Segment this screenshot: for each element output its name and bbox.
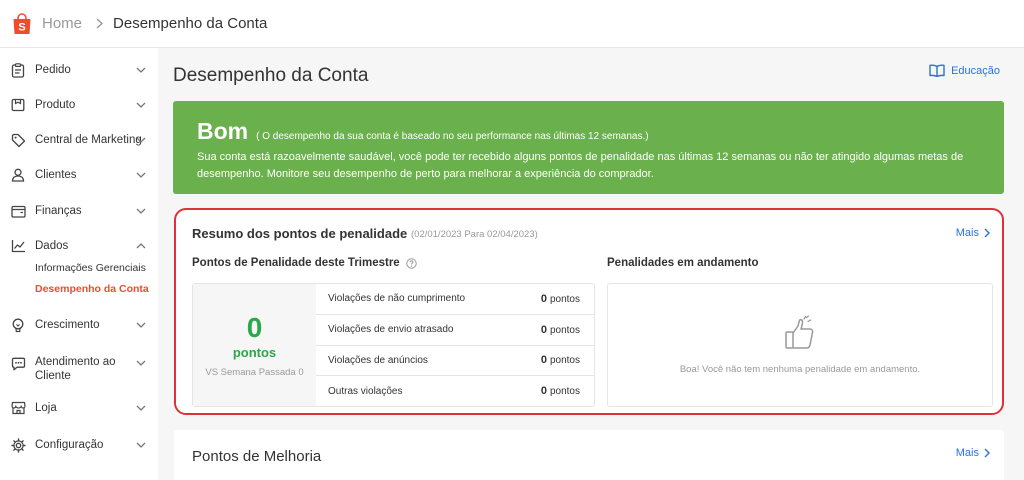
store-icon [10, 400, 26, 416]
sidebar-item-configuracao[interactable]: Configuração [0, 431, 158, 459]
education-link[interactable]: Educação [929, 64, 1000, 77]
sidebar-item-crescimento[interactable]: Crescimento [0, 311, 158, 339]
tag-icon [10, 132, 26, 148]
chevron-down-icon [136, 65, 146, 75]
sidebar-item-pedido[interactable]: Pedido [0, 56, 158, 84]
more-label: Mais [955, 447, 979, 459]
no-pending-penalties-message: Boa! Você não tem nenhuma penalidade em … [679, 364, 921, 375]
improvement-more-link[interactable]: Mais [956, 447, 990, 459]
violations-list: Violações de não cumprimento 0 pontos Vio… [316, 284, 594, 406]
box-icon [10, 97, 26, 113]
violation-row: Violações de anúncios 0 pontos [316, 346, 594, 377]
sidebar-item-central-de-marketing[interactable]: Central de Marketing [0, 126, 158, 154]
sidebar-item-label: Central de Marketing [35, 134, 142, 146]
pending-penalties-title: Penalidades em andamento [607, 257, 759, 269]
help-circle-icon[interactable] [406, 257, 417, 269]
breadcrumb-current: Desempenho da Conta [113, 15, 268, 32]
points-unit: pontos [232, 344, 277, 360]
sidebar-item-label: Produto [35, 99, 76, 111]
violation-row: Violações de não cumprimento 0 pontos [316, 284, 594, 315]
points-summary: 0 pontos VS Semana Passada 0 [193, 284, 316, 406]
wallet-icon [10, 203, 26, 219]
sidebar-item-label: Configuração [35, 439, 104, 451]
sidebar-item-dados[interactable]: Dados [0, 232, 158, 260]
chevron-right-icon [96, 18, 104, 29]
violation-label: Violações de envio atrasado [328, 324, 454, 336]
improvement-points-card: Pontos de Melhoria Mais [174, 430, 1004, 480]
chevron-down-icon [136, 170, 146, 180]
points-value: 0 [246, 311, 263, 343]
shopee-logo-icon[interactable]: S [10, 12, 34, 36]
violation-unit: pontos [549, 324, 580, 336]
points-vs-last-week: VS Semana Passada 0 [205, 366, 304, 378]
improvement-points-title: Pontos de Melhoria [192, 448, 322, 465]
sidebar: Pedido Produto Central de Marketing Clie… [0, 48, 158, 480]
svg-text:S: S [18, 21, 25, 33]
chevron-up-icon [136, 241, 146, 251]
performance-description: Sua conta está razoavelmente saudável, v… [197, 151, 964, 180]
quarter-penalty-title: Pontos de Penalidade deste Trimestre [192, 257, 417, 269]
performance-grade: Bom [197, 118, 249, 144]
sidebar-item-loja[interactable]: Loja [0, 394, 158, 422]
violation-value: 0 [540, 385, 547, 398]
violation-value: 0 [540, 292, 547, 305]
sidebar-subitem-informacoes-gerenciais[interactable]: Informações Gerenciais [35, 262, 146, 274]
sidebar-item-label: Atendimento ao Cliente [35, 356, 116, 382]
penalty-points-box: 0 pontos VS Semana Passada 0 Violações d… [192, 283, 595, 407]
sidebar-item-label: Finanças [35, 205, 82, 217]
sidebar-item-label: Pedido [35, 64, 71, 76]
violation-label: Violações de não cumprimento [328, 293, 466, 305]
chevron-down-icon [136, 206, 146, 216]
sidebar-item-financas[interactable]: Finanças [0, 197, 158, 225]
clipboard-icon [10, 62, 26, 78]
violation-label: Outras violações [328, 385, 403, 397]
chevron-right-icon [984, 448, 990, 458]
violation-row: Outras violações 0 pontos [316, 376, 594, 406]
chevron-down-icon [136, 100, 146, 110]
breadcrumb-home[interactable]: Home [42, 15, 82, 32]
pending-penalties-box: Boa! Você não tem nenhuma penalidade em … [607, 283, 993, 407]
sidebar-item-label: Loja [35, 402, 57, 414]
chevron-down-icon [136, 403, 146, 413]
chevron-right-icon [984, 228, 990, 238]
sidebar-subitem-desempenho-da-conta[interactable]: Desempenho da Conta [35, 283, 149, 295]
chevron-down-icon [136, 135, 146, 145]
chevron-down-icon [136, 320, 146, 330]
violation-value: 0 [540, 354, 547, 367]
top-bar: S Home Desempenho da Conta [0, 0, 1024, 48]
violation-row: Violações de envio atrasado 0 pontos [316, 315, 594, 346]
book-icon [929, 64, 945, 77]
penalty-date-range: (02/01/2023 Para 02/04/2023) [411, 229, 538, 240]
penalty-summary-panel: Resumo dos pontos de penalidade (02/01/2… [174, 208, 1004, 415]
quarter-penalty-label: Pontos de Penalidade deste Trimestre [192, 257, 400, 269]
sidebar-item-label: Crescimento [35, 319, 100, 331]
main-content: Desempenho da Conta Educação Bom ( O des… [158, 48, 1024, 480]
violation-unit: pontos [549, 355, 580, 367]
user-icon [10, 167, 26, 183]
chat-icon [10, 356, 26, 372]
violation-value: 0 [540, 323, 547, 336]
sidebar-item-atendimento-ao-cliente[interactable]: Atendimento ao Cliente [0, 352, 158, 386]
violation-unit: pontos [549, 386, 580, 398]
sidebar-item-clientes[interactable]: Clientes [0, 161, 158, 189]
thumbs-up-icon [780, 315, 820, 358]
chevron-down-icon [136, 358, 146, 368]
sidebar-item-produto[interactable]: Produto [0, 91, 158, 119]
violation-unit: pontos [549, 293, 580, 305]
performance-banner: Bom ( O desempenho da sua conta é basead… [173, 101, 1004, 194]
education-label: Educação [951, 64, 1000, 77]
page-title: Desempenho da Conta [173, 65, 369, 86]
penalty-more-link[interactable]: Mais [956, 227, 990, 239]
violation-label: Violações de anúncios [328, 354, 428, 366]
chevron-down-icon [136, 440, 146, 450]
sidebar-item-label: Dados [35, 240, 69, 252]
penalty-summary-title: Resumo dos pontos de penalidade [192, 226, 408, 241]
lightbulb-icon [10, 317, 26, 333]
sidebar-item-label: Clientes [35, 169, 77, 181]
more-label: Mais [955, 227, 979, 239]
performance-note: ( O desempenho da sua conta é baseado no… [256, 131, 649, 142]
gear-icon [10, 437, 26, 453]
chart-icon [10, 238, 26, 254]
